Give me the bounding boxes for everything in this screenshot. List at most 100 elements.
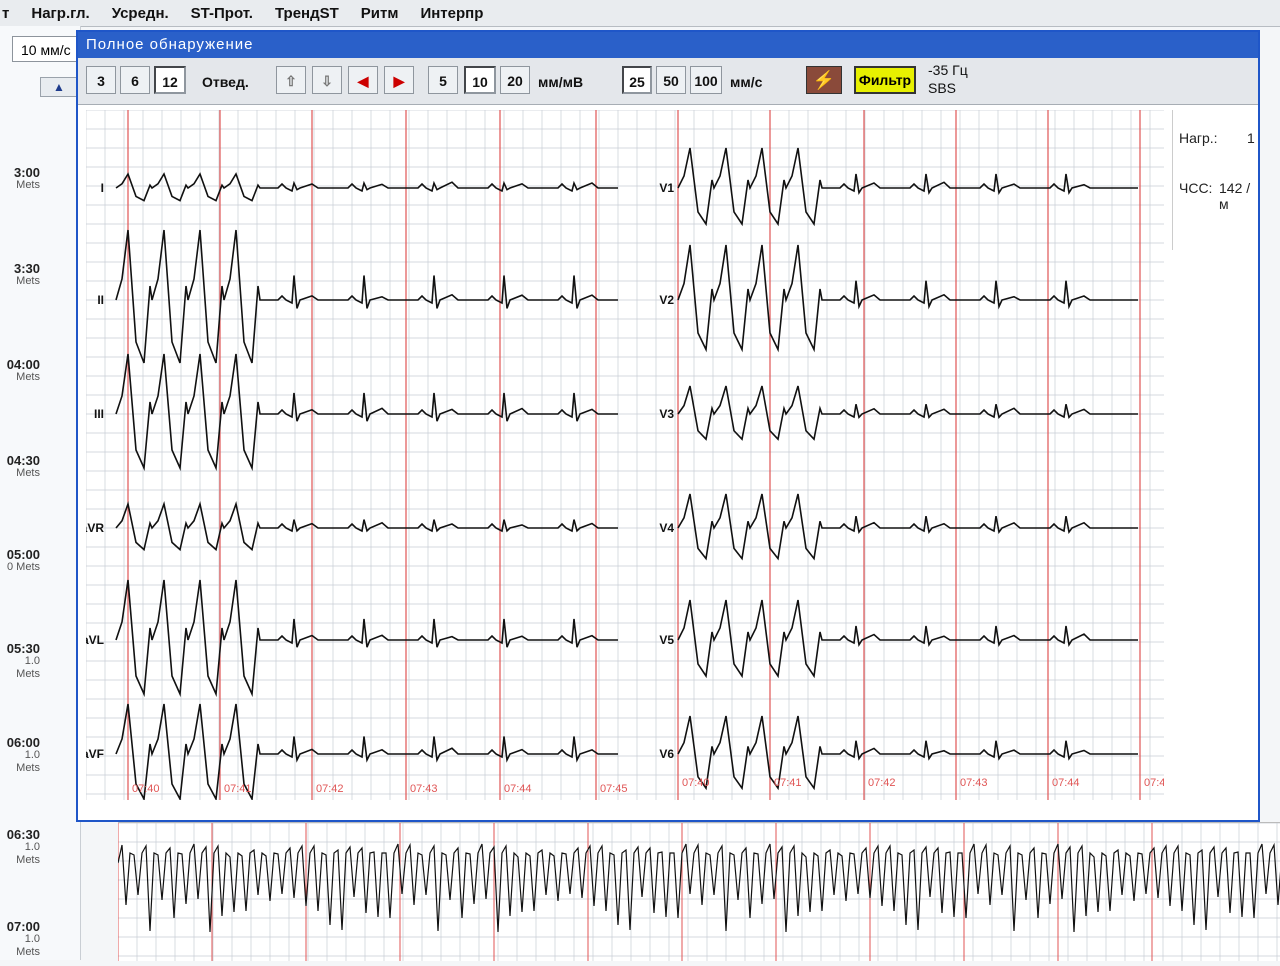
time-tick-label: 07:40 (682, 777, 710, 789)
time-label: 3:30 (13, 261, 40, 276)
time-tick-label: 07:41 (774, 777, 802, 789)
lead-label: aVR (86, 521, 104, 535)
gain-10-button[interactable]: 10 (464, 66, 496, 94)
time-entry: 07:00 1.0 Mets (0, 920, 40, 959)
time-entry: 06:00 1.0 Mets (0, 736, 40, 775)
ecg-trace (115, 353, 618, 472)
mets-label: Mets (16, 179, 40, 191)
ecg-trace (115, 501, 618, 552)
menu-item-averaging[interactable]: Усредн. (112, 5, 169, 22)
time-entry: 3:30 Mets (0, 262, 40, 288)
mets-label: 1.0 Mets (16, 841, 40, 866)
lead-label: V6 (659, 747, 674, 761)
arrow-right-icon: ▶ (393, 73, 405, 89)
menu-item-st-protocol[interactable]: ST-Прот. (191, 5, 253, 22)
speed-select[interactable]: 10 мм/с (12, 36, 82, 62)
filter-button[interactable]: Фильтр (854, 66, 916, 94)
arrow-down-icon: ⇩ (321, 73, 333, 89)
time-tick-label: 07:44 (504, 783, 532, 795)
arrow-up-button[interactable]: ⇧ (276, 66, 306, 94)
gain-20-button[interactable]: 20 (500, 66, 530, 94)
arrow-down-button[interactable]: ⇩ (312, 66, 342, 94)
lead-label: aVL (86, 633, 104, 647)
time-tick-label: 07:43 (960, 777, 988, 789)
mets-label: 1.0 Mets (16, 655, 40, 680)
arrow-right-button[interactable]: ▶ (384, 66, 414, 94)
speed-25-button[interactable]: 25 (622, 66, 652, 94)
mets-label: Mets (16, 467, 40, 479)
ecg-chart-svg: IIIIIIaVRaVLaVFV1V2V3V4V5V607:4007:4107:… (81, 109, 1172, 802)
menu-item-rhythm[interactable]: Ритм (361, 5, 399, 22)
filter-icon[interactable]: ⚡ (806, 66, 842, 94)
time-label: 3:00 (13, 165, 40, 180)
gain-unit-label: мм/мВ (538, 74, 584, 90)
scroll-up-button[interactable]: ▲ (40, 77, 78, 97)
load-value: 1 (1247, 130, 1255, 146)
leads-6-button[interactable]: 6 (120, 66, 150, 94)
time-tick-label: 07:45 (1144, 777, 1164, 789)
time-entry: 04:30 Mets (0, 454, 40, 480)
ecg-trace (115, 172, 618, 202)
arrow-left-button[interactable]: ◀ (348, 66, 378, 94)
time-label: 07:00 (6, 919, 40, 934)
filter-mode: SBS (928, 80, 957, 96)
time-entry: 04:00 Mets (0, 358, 40, 384)
lead-label: I (101, 181, 104, 195)
mets-label: 0 Mets (6, 561, 40, 573)
lead-label: II (97, 293, 104, 307)
time-label: 04:00 (6, 357, 40, 372)
menu-item-interpretation[interactable]: Интерпр (420, 5, 483, 22)
time-entry: 05:30 1.0 Mets (0, 642, 40, 681)
speed-unit-label: мм/с (730, 74, 763, 90)
lead-label: V3 (659, 407, 674, 421)
time-tick-label: 07:42 (316, 783, 344, 795)
time-label: 05:00 (6, 547, 40, 562)
load-label: Нагр.: (1179, 130, 1218, 146)
ecg-trace (115, 579, 618, 698)
hr-label: ЧСС: (1179, 180, 1213, 196)
time-tick-label: 07:43 (410, 783, 438, 795)
menu-item-st-trend[interactable]: ТрендST (275, 5, 339, 22)
ecg-trace (115, 229, 618, 364)
leads-12-button[interactable]: 12 (154, 66, 186, 94)
ecg-trace (677, 385, 1138, 441)
lead-label: III (94, 407, 104, 421)
gain-5-button[interactable]: 5 (428, 66, 458, 94)
ecg-chart: IIIIIIaVRaVLaVFV1V2V3V4V5V607:4007:4107:… (81, 109, 1172, 802)
mets-label: Mets (16, 371, 40, 383)
leads-label: Отвед. (202, 74, 249, 90)
side-info-panel: Нагр.: 1 ЧСС: 142 /м (1172, 110, 1257, 250)
speed-100-button[interactable]: 100 (690, 66, 722, 94)
lead-label: V1 (659, 181, 674, 195)
toolbar: 3 6 12 Отвед. ⇧ ⇩ ◀ ▶ 5 10 20 мм/мВ 25 5… (78, 58, 1258, 105)
mets-label: Mets (16, 275, 40, 287)
time-tick-label: 07:40 (132, 783, 160, 795)
speed-50-button[interactable]: 50 (656, 66, 686, 94)
time-tick-label: 07:45 (600, 783, 628, 795)
arrow-up-icon: ⇧ (285, 73, 297, 89)
left-timeline-panel: 3:00 Mets 3:30 Mets 04:00 Mets 04:30 Mets 05… (0, 26, 81, 960)
time-tick-label: 07:42 (868, 777, 896, 789)
ecg-trace (677, 244, 1138, 353)
menu-item-0[interactable]: т (2, 5, 9, 22)
lead-label: aVF (86, 747, 104, 761)
ecg-trace (677, 599, 1138, 679)
time-tick-label: 07:41 (224, 783, 252, 795)
menu-item-load-graph[interactable]: Нагр.гл. (31, 5, 89, 22)
time-label: 04:30 (6, 453, 40, 468)
time-entry: 06:30 1.0 Mets (0, 828, 40, 867)
lead-label: V4 (659, 521, 674, 535)
hr-value: 142 /м (1219, 180, 1251, 212)
lead-label: V2 (659, 293, 674, 307)
rhythm-strip-svg (117, 822, 1280, 961)
time-label: 06:30 (6, 827, 40, 842)
mets-label: 1.0 Mets (16, 749, 40, 774)
arrow-left-icon: ◀ (357, 73, 369, 89)
full-disclosure-window: Полное обнаружение 3 6 12 Отвед. ⇧ ⇩ ◀ ▶… (76, 30, 1260, 822)
filter-frequency: -35 Гц (928, 62, 968, 78)
window-title[interactable]: Полное обнаружение (78, 32, 1258, 58)
time-label: 06:00 (6, 735, 40, 750)
time-entry: 05:00 0 Mets (0, 548, 40, 574)
leads-3-button[interactable]: 3 (86, 66, 116, 94)
rhythm-strip (117, 822, 1280, 961)
